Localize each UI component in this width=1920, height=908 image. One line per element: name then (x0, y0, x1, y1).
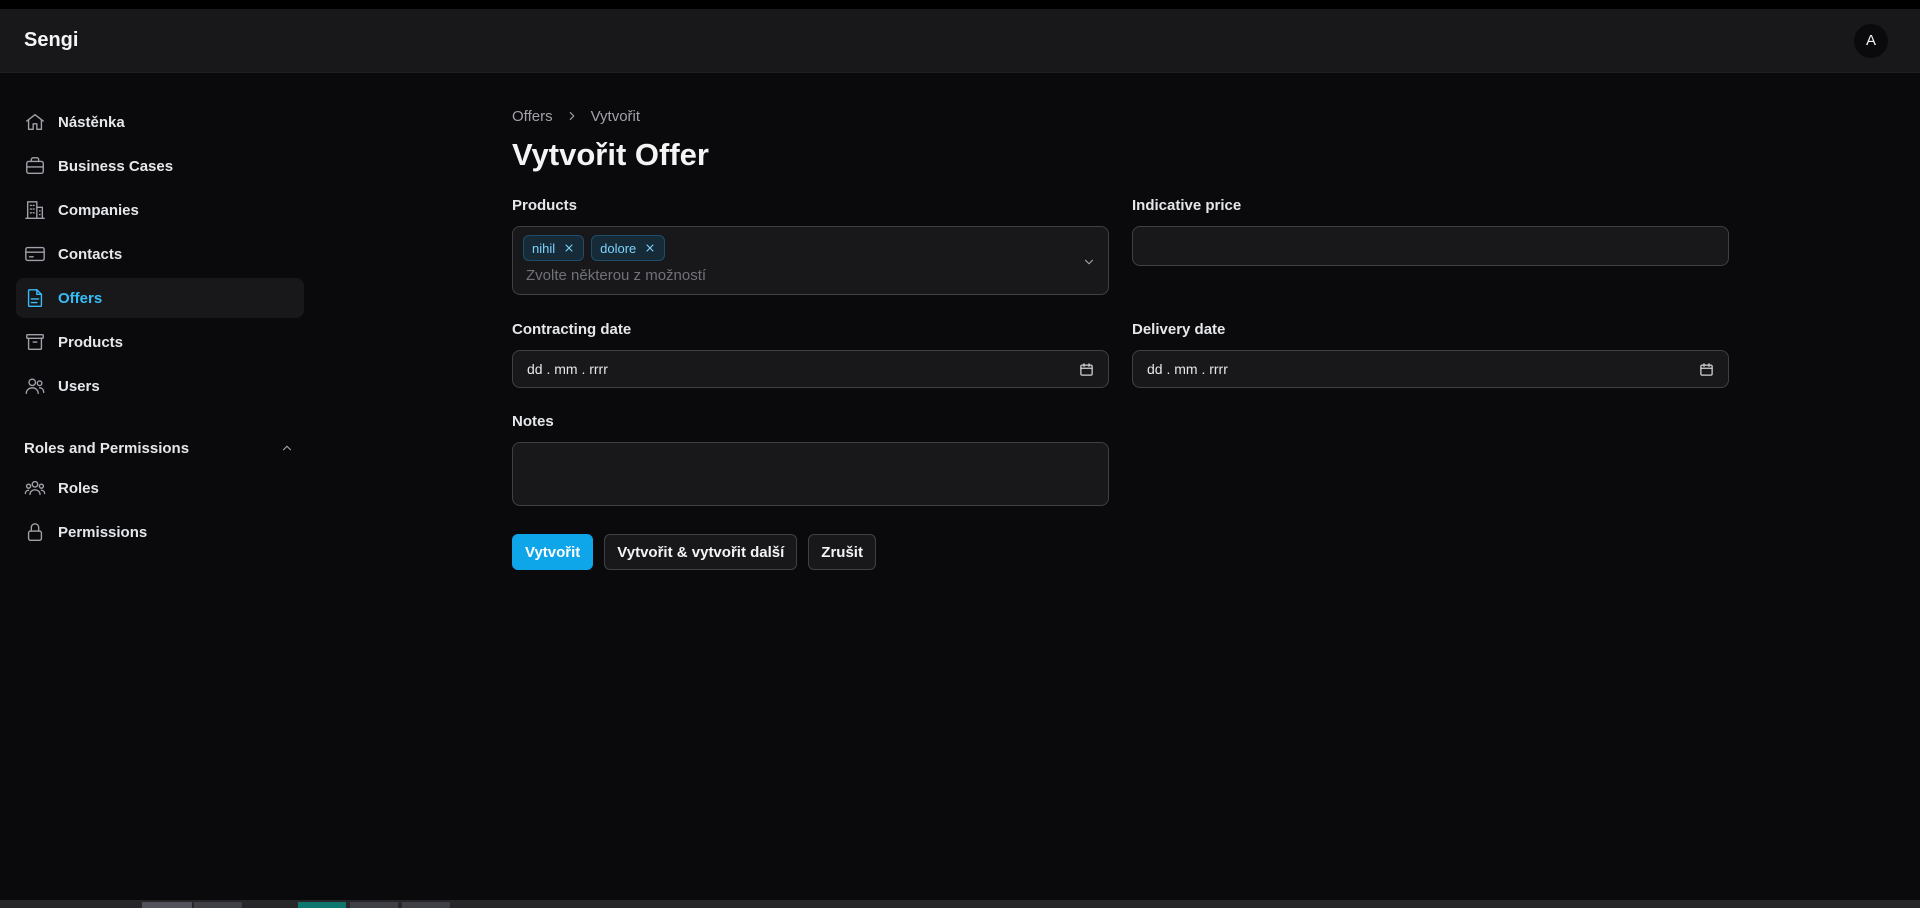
page-title: Vytvořit Offer (512, 137, 709, 172)
taskbar-segment[interactable] (142, 902, 192, 908)
products-multiselect[interactable]: nihil dolore Zvolte některou z možností (512, 226, 1109, 295)
indicative-price-label: Indicative price (1132, 197, 1242, 214)
chip-nihil: nihil (523, 235, 585, 261)
breadcrumb: Offers Vytvořit (512, 106, 1728, 126)
sidebar-item-products[interactable]: Products (16, 322, 304, 362)
taskbar-segment[interactable] (298, 902, 346, 908)
sidebar-item-label: Users (58, 377, 100, 395)
sidebar-item-label: Products (58, 333, 124, 351)
cancel-button[interactable]: Zrušit (808, 534, 876, 570)
notes-textarea[interactable] (513, 443, 1108, 505)
indicative-price-control (1132, 226, 1729, 266)
sidebar-item-business-cases[interactable]: Business Cases (16, 146, 304, 186)
building-icon (24, 199, 46, 221)
notes-control (512, 442, 1109, 506)
products-label: Products (512, 197, 578, 214)
chip-label: nihil (532, 240, 556, 256)
sidebar-item-label: Roles (58, 479, 99, 497)
selected-chips: nihil dolore (523, 235, 1098, 261)
user-avatar[interactable]: A (1854, 23, 1888, 58)
calendar-icon[interactable] (1079, 362, 1094, 377)
lock-icon (24, 521, 46, 543)
indicative-price-field: Indicative price (1132, 196, 1729, 266)
contracting-date-field: Contracting date dd . mm . rrrr (512, 320, 1109, 388)
sidebar-item-contacts[interactable]: Contacts (16, 234, 304, 274)
products-field: Products nihil dolore Zvolte některou z … (512, 196, 1109, 295)
taskbar-segment[interactable] (402, 902, 450, 908)
chip-dolore: dolore (591, 235, 666, 261)
archive-box-icon (24, 331, 46, 353)
document-icon (24, 287, 46, 309)
sidebar-item-offers[interactable]: Offers (16, 278, 304, 318)
date-placeholder: dd . mm . rrrr (527, 361, 608, 377)
chevron-right-icon (569, 111, 574, 121)
chevron-up-icon (282, 445, 292, 451)
delivery-date-input[interactable]: dd . mm . rrrr (1132, 350, 1729, 388)
contracting-date-input[interactable]: dd . mm . rrrr (512, 350, 1109, 388)
chip-label: dolore (600, 240, 637, 256)
sidebar-item-companies[interactable]: Companies (16, 190, 304, 230)
top-bar: Sengi A (0, 9, 1920, 73)
breadcrumb-offers-link[interactable]: Offers (512, 108, 553, 125)
products-search-placeholder[interactable]: Zvolte některou z možností (523, 267, 1098, 284)
briefcase-icon (24, 155, 46, 177)
notes-field: Notes (512, 412, 1109, 506)
sidebar-item-users[interactable]: Users (16, 366, 304, 406)
taskbar-segment[interactable] (350, 902, 398, 908)
top-strip (0, 0, 1920, 9)
form-actions: Vytvořit Vytvořit & vytvořit další Zruši… (512, 534, 876, 570)
users-icon (24, 375, 46, 397)
sidebar-item-label: Companies (58, 201, 139, 219)
sidebar-item-label: Nástěnka (58, 113, 125, 131)
taskbar (0, 900, 1920, 908)
brand-logo[interactable]: Sengi (24, 29, 78, 52)
sidebar-item-label: Business Cases (58, 157, 174, 175)
delivery-date-label: Delivery date (1132, 321, 1226, 338)
home-icon (24, 111, 46, 133)
offer-form: Products nihil dolore Zvolte některou z … (512, 196, 1729, 576)
contracting-date-label: Contracting date (512, 321, 632, 338)
user-group-icon (24, 477, 46, 499)
sidebar-item-permissions[interactable]: Permissions (16, 512, 304, 552)
create-another-button[interactable]: Vytvořit & vytvořit další (604, 534, 798, 570)
indicative-price-input[interactable] (1133, 227, 1728, 265)
calendar-icon[interactable] (1699, 362, 1714, 377)
chevron-down-icon[interactable] (1082, 255, 1096, 269)
sidebar-item-label: Permissions (58, 523, 148, 541)
sidebar-group-roles-and-permissions[interactable]: Roles and Permissions (16, 428, 304, 468)
taskbar-segment[interactable] (194, 902, 242, 908)
close-icon[interactable] (644, 242, 656, 254)
sidebar-item-label: Contacts (58, 245, 123, 263)
sidebar-item-label: Offers (58, 289, 103, 307)
breadcrumb-current: Vytvořit (590, 107, 641, 125)
sidebar-item-roles[interactable]: Roles (16, 468, 304, 508)
close-icon[interactable] (563, 242, 575, 254)
notes-label: Notes (512, 413, 554, 430)
sidebar-item-nastenka[interactable]: Nástěnka (16, 102, 304, 142)
sidebar-group-label: Roles and Permissions (24, 439, 190, 457)
sidebar: Nástěnka Business Cases Companies Contac… (16, 102, 304, 556)
main-content: Offers Vytvořit Vytvořit Offer Products … (512, 106, 1729, 576)
card-icon (24, 243, 46, 265)
date-placeholder: dd . mm . rrrr (1147, 361, 1228, 377)
create-button[interactable]: Vytvořit (512, 534, 594, 570)
delivery-date-field: Delivery date dd . mm . rrrr (1132, 320, 1729, 388)
